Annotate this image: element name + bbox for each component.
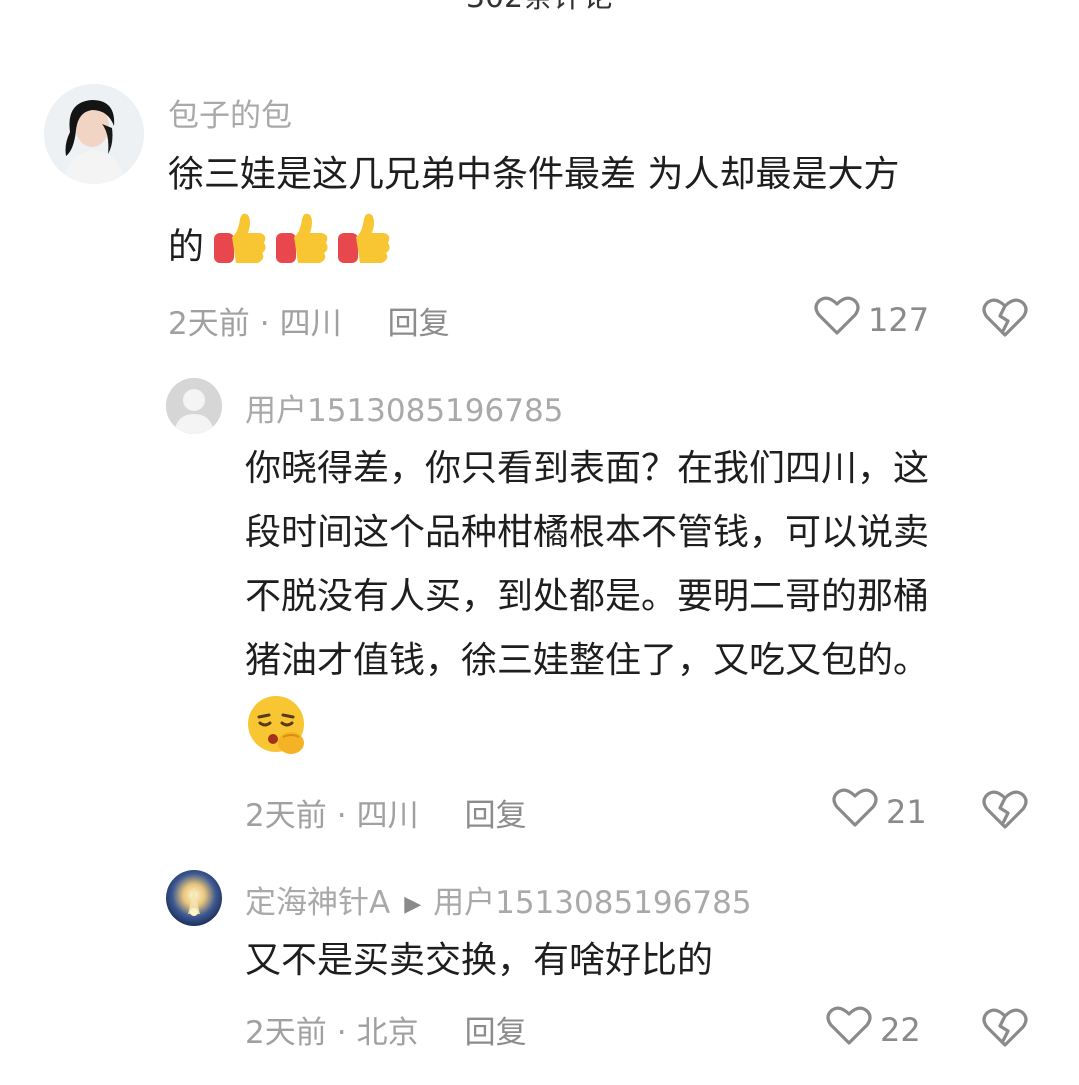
avatar[interactable] — [166, 378, 222, 434]
like-count: 21 — [886, 793, 927, 831]
reply-username-line: 定海神针A ▶ 用户1513085196785 — [245, 877, 752, 922]
reply-time: 2天前 — [245, 798, 327, 834]
separator-dot: · — [336, 798, 347, 834]
like-count: 22 — [880, 1011, 921, 1049]
heart-outline-icon — [826, 1005, 872, 1055]
thumbs-up-emoji — [270, 207, 332, 290]
heart-outline-icon — [832, 787, 878, 837]
comment-text-line: 徐三娃是这几兄弟中条件最差 为人却最是大方 — [168, 154, 900, 195]
reply-meta: 2天前 · 四川 回复 — [245, 790, 527, 835]
comment-text: 徐三娃是这几兄弟中条件最差 为人却最是大方 的 — [168, 143, 1028, 290]
broken-heart-icon — [982, 790, 1028, 835]
reply-button[interactable]: 回复 — [465, 1015, 527, 1051]
separator-dot: · — [336, 1015, 347, 1051]
reply-text: 你晓得差，你只看到表面？在我们四川，这 段时间这个品种柑橘根本不管钱，可以说卖 … — [245, 437, 1045, 773]
reply-location: 北京 — [356, 1015, 419, 1051]
reply-time: 2天前 — [245, 1015, 327, 1051]
reply-emoji-line — [245, 693, 1045, 773]
reply-to-username[interactable]: 用户1513085196785 — [433, 885, 751, 921]
reply-username[interactable]: 用户1513085196785 — [245, 385, 563, 430]
comment-count-title: 302条评论 — [0, 0, 1079, 18]
reply-button[interactable]: 回复 — [465, 798, 527, 834]
reply-meta: 2天前 · 北京 回复 — [245, 1007, 527, 1052]
comment-text-tail: 的 — [168, 226, 205, 268]
thumbs-up-emoji — [332, 207, 394, 290]
reply-location: 四川 — [356, 798, 419, 834]
heart-outline-icon — [814, 295, 860, 345]
dislike-button[interactable] — [982, 1007, 1028, 1053]
like-button[interactable]: 21 — [832, 787, 927, 837]
reply-button[interactable]: 回复 — [388, 306, 450, 342]
reply-arrow-icon: ▶ — [404, 892, 422, 917]
reply-username[interactable]: 定海神针A — [245, 885, 390, 921]
broken-heart-icon — [982, 1008, 1028, 1053]
reply-text-line: 猪油才值钱，徐三娃整住了，又吃又包的。 — [245, 640, 930, 681]
broken-heart-icon — [982, 298, 1028, 343]
like-count: 127 — [868, 301, 930, 339]
dislike-button[interactable] — [982, 789, 1028, 835]
comment-text-line-2: 的 — [168, 207, 1028, 290]
comment-location: 四川 — [279, 306, 342, 342]
avatar[interactable] — [44, 84, 144, 184]
comment-meta: 2天前 · 四川 回复 — [168, 298, 450, 343]
separator-dot: · — [259, 306, 270, 342]
reply-text-line: 段时间这个品种柑橘根本不管钱，可以说卖 — [245, 512, 930, 553]
thumbs-up-emoji — [208, 207, 270, 290]
reply-text-line: 不脱没有人买，到处都是。要明二哥的那桶 — [245, 576, 930, 617]
avatar[interactable] — [166, 870, 222, 926]
dislike-button[interactable] — [982, 297, 1028, 343]
reply-text: 又不是买卖交换，有啥好比的 — [245, 940, 714, 981]
shushing-emoji — [245, 693, 311, 780]
comment-username[interactable]: 包子的包 — [168, 90, 292, 135]
reply-text-line: 你晓得差，你只看到表面？在我们四川，这 — [245, 448, 930, 489]
like-button[interactable]: 22 — [826, 1005, 921, 1055]
like-button[interactable]: 127 — [814, 295, 929, 345]
comment-time: 2天前 — [168, 306, 250, 342]
